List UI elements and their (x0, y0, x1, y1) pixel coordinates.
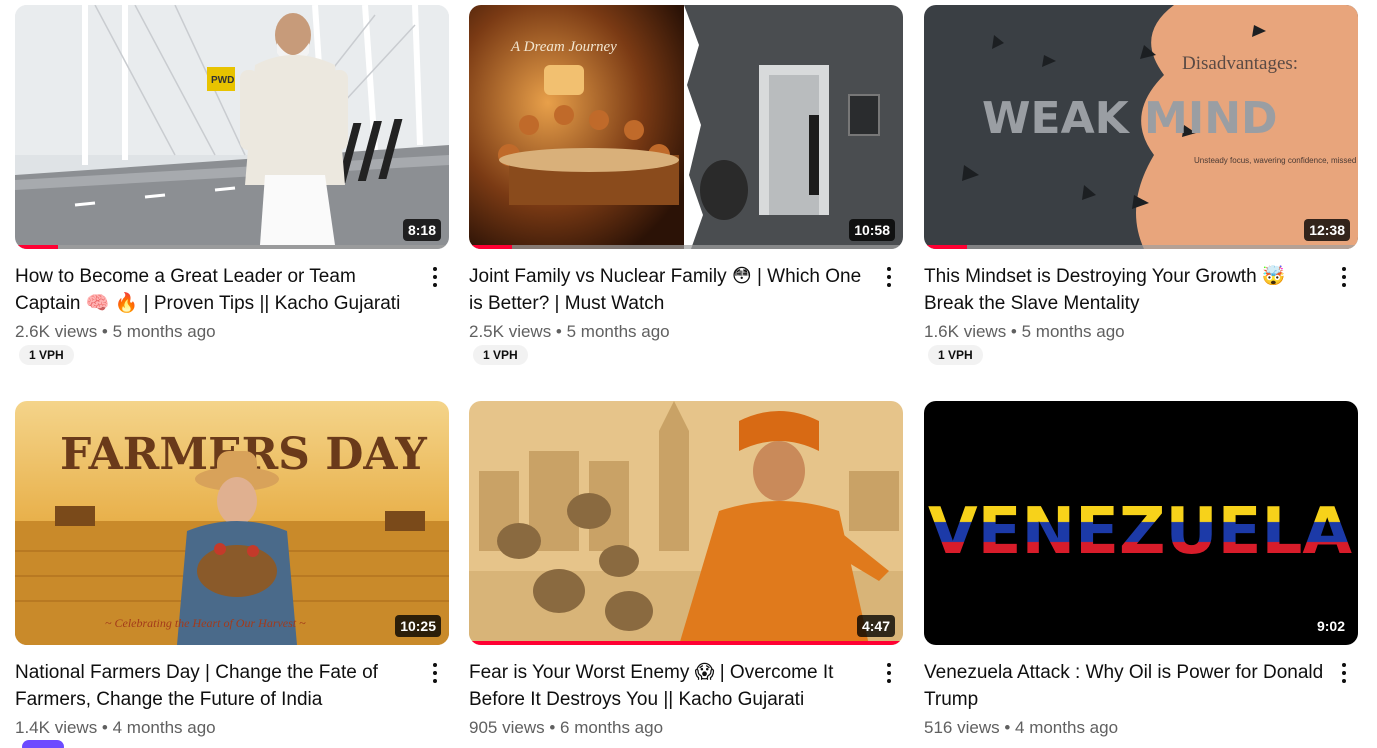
vph-badge: 1 VPH (473, 345, 528, 365)
thumbnail-image: PWD (15, 5, 449, 249)
more-options-icon[interactable] (1334, 263, 1354, 291)
upload-age: 5 months ago (566, 322, 670, 341)
video-thumbnail[interactable]: PWD 8:18 (15, 5, 449, 249)
thumb-title: A Dream Journey (510, 39, 617, 55)
vph-badge: 1 VPH (928, 345, 983, 365)
video-card[interactable]: PWD 8:18 How to Become a Great Leader or… (15, 5, 449, 365)
video-stats: 2.6K views • 5 months ago (15, 322, 216, 341)
more-options-icon[interactable] (425, 659, 445, 687)
view-count: 1.4K views (15, 718, 98, 737)
view-count: 2.6K views (15, 322, 98, 341)
thumb-tagline: ~ Celebrating the Heart of Our Harvest ~ (105, 616, 306, 630)
duration-badge: 10:58 (849, 219, 895, 241)
video-title[interactable]: Fear is Your Worst Enemy 😱 | Overcome It… (469, 659, 869, 713)
video-title[interactable]: National Farmers Day | Change the Fate o… (15, 659, 415, 713)
more-options-icon[interactable] (879, 263, 899, 291)
video-stats: 905 views • 6 months ago (469, 718, 664, 737)
more-options-icon[interactable] (1334, 659, 1354, 687)
video-thumbnail[interactable]: FARMERS DAY ~ Celebrating the Heart of O… (15, 401, 449, 645)
duration-badge: 8:18 (402, 219, 441, 241)
upload-age: 4 months ago (112, 718, 216, 737)
more-options-icon[interactable] (425, 263, 445, 291)
video-title[interactable]: This Mindset is Destroying Your Growth 🤯… (924, 263, 1324, 317)
video-card[interactable]: FARMERS DAY ~ Celebrating the Heart of O… (15, 401, 449, 741)
thumb-sign: PWD (211, 75, 234, 86)
video-stats: 1.4K views • 4 months ago (15, 718, 216, 737)
partial-badge (22, 740, 64, 748)
video-card[interactable]: VENEZUELA 9:02 Venezuela Attack : Why Oi… (924, 401, 1358, 741)
video-thumbnail[interactable]: VENEZUELA 9:02 (924, 401, 1358, 645)
video-title[interactable]: How to Become a Great Leader or Team Cap… (15, 263, 415, 317)
video-stats: 1.6K views • 5 months ago (924, 322, 1125, 341)
upload-age: 5 months ago (1021, 322, 1125, 341)
video-thumbnail[interactable]: A Dream Journey 10:58 (469, 5, 903, 249)
duration-badge: 10:25 (395, 615, 441, 637)
view-count: 2.5K views (469, 322, 552, 341)
duration-badge: 9:02 (1311, 615, 1350, 637)
video-stats: 2.5K views • 5 months ago (469, 322, 670, 341)
thumb-heading: VENEZUELA (928, 495, 1352, 569)
view-count: 1.6K views (924, 322, 1007, 341)
duration-badge: 12:38 (1304, 219, 1350, 241)
thumb-caption: Unsteady focus, wavering confidence, mis… (1194, 156, 1358, 165)
more-options-icon[interactable] (879, 659, 899, 687)
video-title[interactable]: Venezuela Attack : Why Oil is Power for … (924, 659, 1324, 713)
video-thumbnail[interactable]: Disadvantages: WEAK MIND Unsteady focus,… (924, 5, 1358, 249)
video-stats: 516 views • 4 months ago (924, 718, 1119, 737)
upload-age: 5 months ago (112, 322, 216, 341)
video-card[interactable]: Disadvantages: WEAK MIND Unsteady focus,… (924, 5, 1358, 365)
thumbnail-image: A Dream Journey (469, 5, 903, 249)
view-count: 516 views (924, 718, 1000, 737)
video-thumbnail[interactable]: 4:47 (469, 401, 903, 645)
thumbnail-image (469, 401, 903, 645)
duration-badge: 4:47 (856, 615, 895, 637)
video-grid: PWD 8:18 How to Become a Great Leader or… (0, 0, 1377, 748)
upload-age: 6 months ago (560, 718, 664, 737)
thumb-main-text: WEAK MIND (982, 93, 1278, 144)
view-count: 905 views (469, 718, 545, 737)
video-title[interactable]: Joint Family vs Nuclear Family 😳 | Which… (469, 263, 869, 317)
thumb-heading: Disadvantages: (1182, 53, 1298, 74)
upload-age: 4 months ago (1015, 718, 1119, 737)
thumbnail-image: Disadvantages: WEAK MIND Unsteady focus,… (924, 5, 1358, 249)
video-card[interactable]: A Dream Journey 10:58 Joint Family vs Nu… (469, 5, 903, 365)
video-card[interactable]: 4:47 Fear is Your Worst Enemy 😱 | Overco… (469, 401, 903, 741)
vph-badge: 1 VPH (19, 345, 74, 365)
thumbnail-image: FARMERS DAY ~ Celebrating the Heart of O… (15, 401, 449, 645)
thumbnail-image: VENEZUELA (924, 401, 1358, 645)
